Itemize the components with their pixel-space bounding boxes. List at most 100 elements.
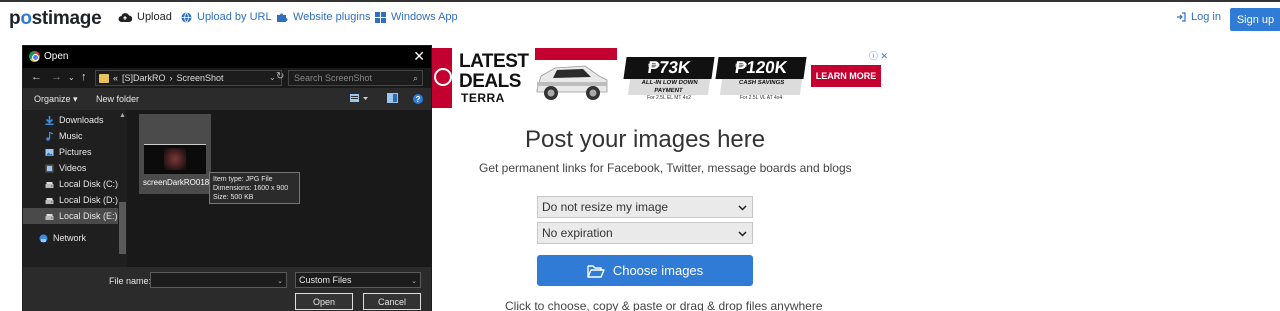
file-type-select[interactable]: Custom Files ⌄ (295, 272, 421, 288)
scrollbar-thumb[interactable] (119, 202, 126, 254)
file-type-value: Custom Files (299, 275, 352, 285)
tooltip-dimensions: Dimensions: 1600 x 900 (213, 185, 289, 192)
windows-icon (375, 11, 386, 23)
car-image (536, 65, 608, 100)
tree-item-label: Network (53, 233, 87, 243)
tree-item-videos[interactable]: Videos (23, 160, 119, 176)
view-options-icon[interactable] (350, 93, 370, 104)
tooltip-size: Size: 500 KB (213, 194, 254, 201)
navigation-scrollbar[interactable]: ▲ (118, 110, 127, 267)
file-name-label: File name: (109, 276, 152, 286)
puzzle-icon (277, 13, 288, 22)
tree-item-label: Local Disk (E:) (59, 211, 118, 221)
site-logo[interactable]: postimage (9, 8, 102, 30)
resize-select[interactable]: Do not resize my image (537, 196, 753, 218)
disk-icon (45, 181, 54, 188)
disk-icon (45, 197, 54, 204)
scroll-up-icon[interactable]: ▲ (119, 112, 126, 119)
upload-hint: Click to choose, copy & paste or drag & … (505, 299, 823, 311)
dialog-titlebar[interactable]: Open ✕ (23, 46, 431, 68)
pictures-icon (45, 148, 54, 156)
tree-item-network[interactable]: Network (23, 230, 119, 246)
page-title: Post your images here (525, 126, 766, 153)
refresh-icon[interactable]: ↻ (276, 71, 284, 82)
nav-upload-label: Upload (137, 11, 172, 23)
expiration-select-value: No expiration (542, 226, 613, 240)
close-icon[interactable]: ✕ (413, 48, 425, 65)
breadcrumb-segment[interactable]: ScreenShot (177, 73, 224, 83)
breadcrumb-separator: › (169, 73, 173, 83)
site-header: postimage Upload Upload by URL Website p… (0, 2, 1280, 34)
tree-item-pictures[interactable]: Pictures (23, 144, 119, 160)
tree-item-music[interactable]: Music (23, 128, 119, 144)
tree-item-downloads[interactable]: Downloads (23, 112, 119, 128)
nav-upload-by-url[interactable]: Upload by URL (181, 11, 272, 23)
breadcrumb-overflow[interactable]: « (113, 73, 118, 83)
nav-upload-by-url-label: Upload by URL (197, 11, 272, 23)
disk-icon (45, 213, 54, 220)
ad-headline: LATEST DEALS (459, 51, 529, 92)
search-placeholder: Search ScreenShot (294, 73, 373, 83)
chevron-down-icon: ⌄ (411, 278, 417, 285)
cloud-upload-icon (118, 12, 132, 22)
ad-offer-note: For 2.5L EL MT 4x2 (647, 95, 691, 101)
ad-offer-cash-savings: ₱120K CASH SAVINGS For 2.5L VL AT 4x4 (715, 57, 807, 102)
ad-choices-icon[interactable]: ⓘ ✕ (869, 49, 888, 62)
advertisement-banner[interactable]: LATEST DEALS TERRA ₱73K ALL-IN LOW DOWN … (430, 48, 890, 108)
nav-upload[interactable]: Upload (118, 11, 172, 23)
expiration-select[interactable]: No expiration (537, 222, 753, 244)
file-name-input[interactable]: ⌄ (150, 272, 287, 288)
file-item[interactable]: screenDarkRO018 (139, 114, 211, 194)
tree-item-local-disk-e[interactable]: Local Disk (E:) (23, 208, 119, 224)
ad-model-name: TERRA (461, 91, 505, 105)
chevron-down-icon[interactable]: ⌄ (277, 277, 283, 285)
file-thumbnail (144, 144, 206, 174)
download-icon (45, 115, 54, 125)
folder-icon (99, 73, 109, 83)
ad-offer-note: For 2.5L VL AT 4x4 (739, 95, 783, 101)
tree-item-local-disk-c[interactable]: Local Disk (C:) (23, 176, 119, 192)
up-arrow-icon[interactable]: ↑ (81, 71, 87, 83)
search-field[interactable]: Search ScreenShot ⌕ (288, 70, 423, 86)
nav-website-plugins-label: Website plugins (293, 11, 371, 23)
back-arrow-icon[interactable]: ← (31, 71, 42, 83)
dialog-title: Open (44, 51, 69, 62)
chevron-down-icon[interactable]: ⌄ (269, 73, 276, 82)
nav-windows-app[interactable]: Windows App (375, 11, 458, 23)
nav-website-plugins[interactable]: Website plugins (276, 11, 370, 23)
breadcrumb-segment[interactable]: [S]DarkRO (122, 73, 166, 83)
videos-icon (45, 164, 54, 172)
forward-arrow-icon[interactable]: → (51, 71, 62, 83)
ad-offer-label: ALL-IN LOW DOWN PAYMENT (627, 79, 711, 95)
login-icon (1177, 12, 1186, 22)
recent-locations-icon[interactable]: ⌄ (68, 73, 75, 82)
dialog-footer: File name: ⌄ Custom Files ⌄ Open Cancel (23, 267, 431, 311)
preview-pane-icon[interactable] (387, 93, 398, 103)
network-icon (39, 234, 48, 242)
chevron-down-icon (738, 205, 747, 211)
folder-open-icon (587, 264, 605, 278)
path-breadcrumb[interactable]: « [S]DarkRO › ScreenShot (95, 70, 282, 86)
nissan-logo (430, 48, 452, 108)
open-button[interactable]: Open (295, 293, 353, 310)
organize-menu[interactable]: Organize ▾ (34, 94, 78, 105)
chrome-icon (29, 51, 40, 62)
cancel-button[interactable]: Cancel (363, 293, 421, 310)
file-tooltip: Item type: JPG File Dimensions: 1600 x 9… (209, 172, 300, 204)
tooltip-item-type: Item type: JPG File (213, 176, 273, 183)
help-icon[interactable]: ? (413, 94, 423, 104)
file-list: screenDarkRO018 Item type: JPG File Dime… (127, 110, 432, 267)
choose-images-button[interactable]: Choose images (537, 255, 753, 286)
tree-item-label: Pictures (59, 147, 92, 157)
file-name: screenDarkRO018 (143, 178, 210, 187)
new-folder-button[interactable]: New folder (96, 94, 139, 104)
nav-login[interactable]: Log in (1176, 11, 1221, 23)
globe-icon (181, 12, 192, 22)
nav-windows-app-label: Windows App (391, 11, 458, 23)
tree-item-local-disk-d[interactable]: Local Disk (D:) (23, 192, 119, 208)
chevron-down-icon (738, 231, 747, 237)
tree-item-label: Music (59, 131, 83, 141)
learn-more-button[interactable]: LEARN MORE (811, 65, 881, 87)
nav-login-label: Log in (1191, 11, 1221, 23)
signup-button[interactable]: Sign up (1230, 8, 1280, 31)
